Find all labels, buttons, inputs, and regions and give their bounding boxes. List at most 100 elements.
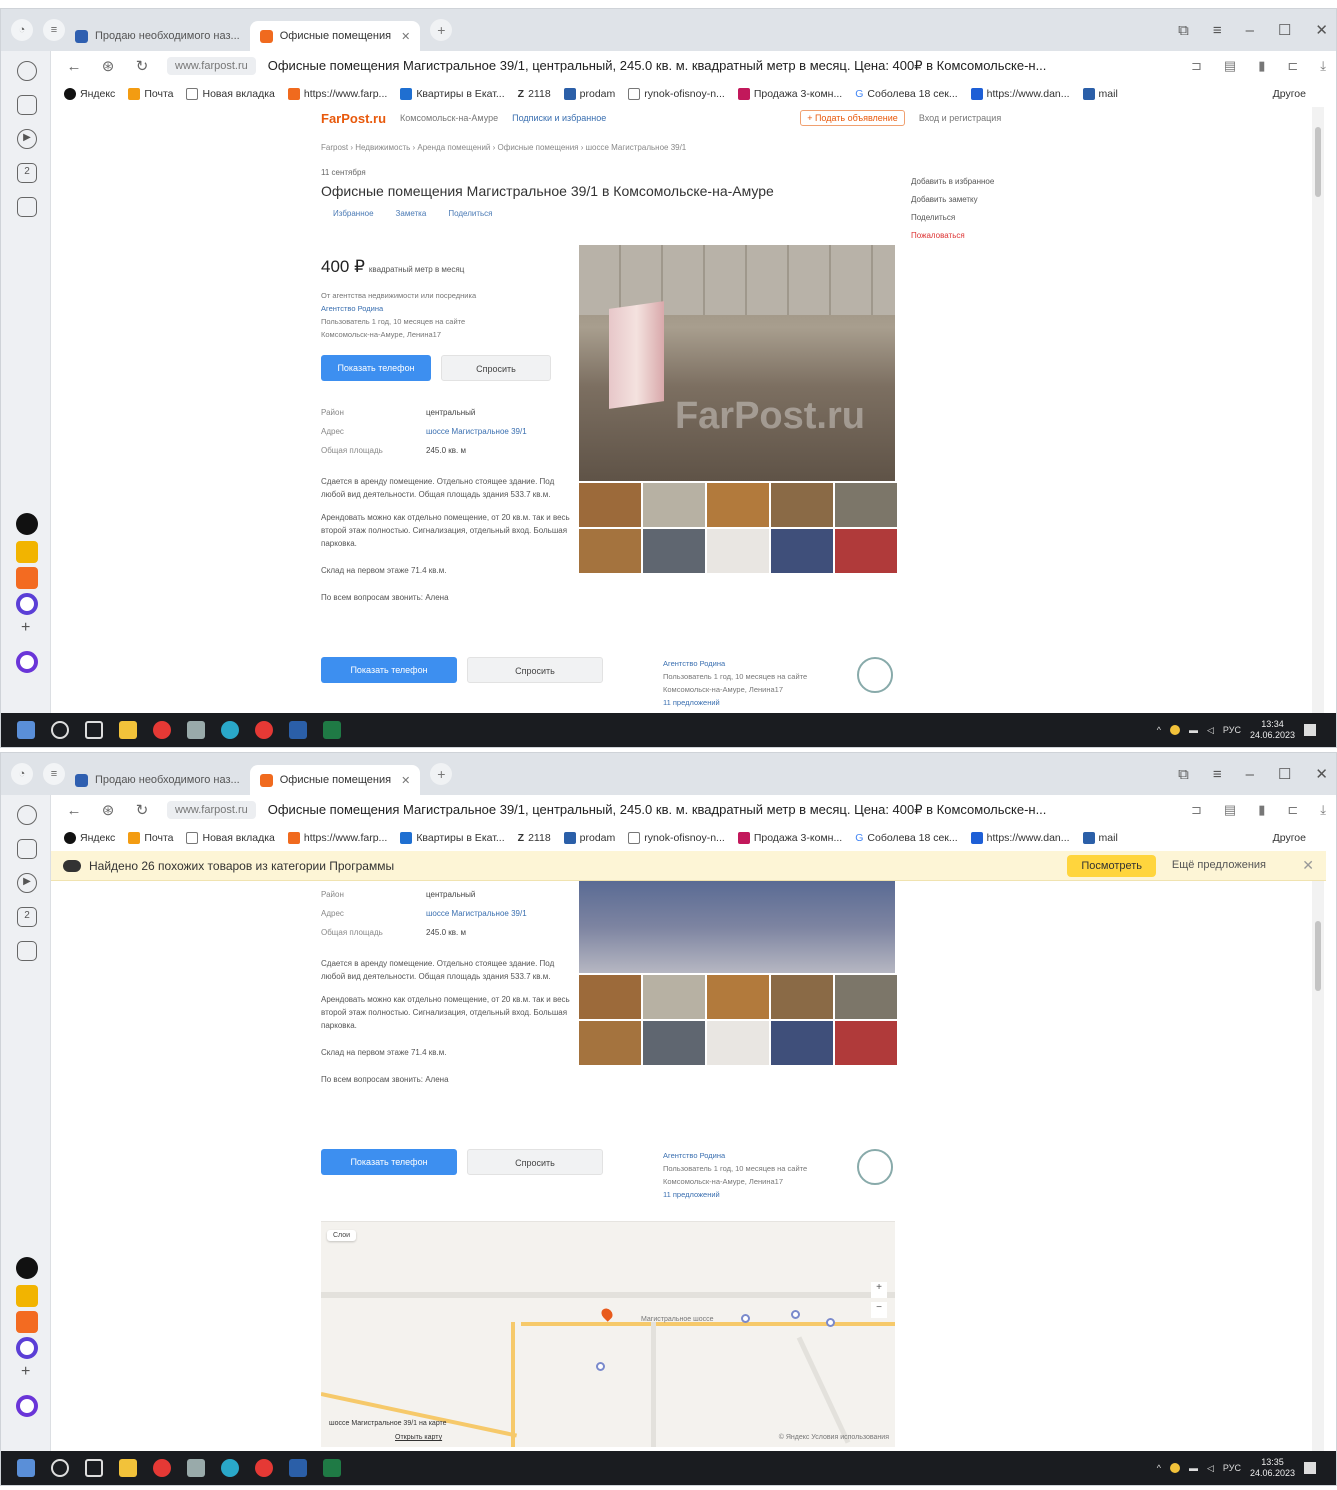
thumbnail[interactable] (579, 1021, 641, 1065)
map-poi-icon[interactable] (596, 1362, 605, 1371)
word-icon[interactable] (289, 721, 307, 739)
bookmark-item[interactable]: https://www.farp... (287, 88, 387, 100)
tray-app-icon[interactable] (1170, 1463, 1180, 1473)
app-orange-icon[interactable] (16, 567, 38, 589)
bookmark-item[interactable]: Почта (128, 88, 173, 100)
address-link[interactable]: шоссе Магистральное 39/1 (426, 422, 527, 441)
explorer-icon[interactable] (119, 1459, 137, 1477)
notes-icon[interactable]: 2 (17, 907, 37, 927)
profile-icon[interactable]: ◔ (11, 763, 33, 785)
app-yellow-icon[interactable] (16, 541, 38, 563)
share-icon[interactable]: ⊏ (1287, 58, 1298, 74)
main-photo[interactable]: FarPost.ru (579, 245, 895, 481)
agent-name-link[interactable]: Агентство Родина (663, 659, 725, 668)
thumbnail[interactable] (707, 975, 769, 1019)
explorer-icon[interactable] (119, 721, 137, 739)
tray-up-icon[interactable]: ^ (1157, 1463, 1161, 1473)
add-favorite-link[interactable]: Добавить в избранное (911, 173, 994, 191)
reader-icon[interactable]: ▤ (1224, 58, 1236, 74)
alice-icon[interactable] (16, 651, 38, 673)
search-icon[interactable] (51, 1459, 69, 1477)
screenshot-icon[interactable] (17, 197, 37, 217)
infobar-close-icon[interactable]: ✕ (1302, 857, 1314, 874)
bookmark-item[interactable]: Квартиры в Екат... (400, 832, 505, 844)
post-ad-button[interactable]: + Подать объявление (800, 110, 905, 126)
bookmark-item[interactable]: mail (1082, 832, 1118, 844)
add-app-icon[interactable]: + (21, 619, 30, 637)
thumbnail[interactable] (579, 529, 641, 573)
reader-icon[interactable]: ▤ (1224, 802, 1236, 818)
location-map[interactable]: Магистральное шоссе Слои + − шоссе Магис… (321, 1221, 895, 1447)
alice-icon[interactable] (16, 1395, 38, 1417)
show-phone-button-bottom[interactable]: Показать телефон (321, 1149, 457, 1175)
history-icon[interactable] (17, 61, 37, 81)
minimize-button[interactable]: – (1246, 766, 1254, 783)
show-phone-button-bottom[interactable]: Показать телефон (321, 657, 457, 683)
task-view-icon[interactable] (85, 721, 103, 739)
clock[interactable]: 13:34 24.06.2023 (1250, 719, 1295, 741)
volume-icon[interactable]: ◁ (1207, 725, 1214, 736)
page-scrollbar[interactable] (1312, 881, 1324, 1451)
collections-icon[interactable] (17, 839, 37, 859)
maximize-button[interactable]: ☐ (1278, 21, 1291, 39)
bookmark-item[interactable]: https://www.farp... (287, 832, 387, 844)
map-poi-icon[interactable] (791, 1310, 800, 1319)
yandex-icon[interactable] (255, 721, 273, 739)
notifications-icon[interactable] (1304, 1462, 1316, 1474)
bookmark-item[interactable]: Яндекс (64, 832, 115, 844)
url-domain[interactable]: www.farpost.ru (167, 801, 256, 819)
keyboard-lang[interactable]: РУС (1223, 725, 1241, 735)
share-action[interactable]: Поделиться (448, 209, 492, 218)
map-poi-icon[interactable] (741, 1314, 750, 1323)
word-icon[interactable] (289, 1459, 307, 1477)
show-phone-button[interactable]: Показать телефон (321, 355, 431, 381)
map-layers-button[interactable]: Слои (327, 1230, 357, 1241)
keyboard-lang[interactable]: РУС (1223, 1463, 1241, 1473)
page-scrollbar[interactable] (1312, 107, 1324, 713)
thumbnail[interactable] (643, 975, 705, 1019)
note-action[interactable]: Заметка (396, 209, 427, 218)
main-photo[interactable] (579, 881, 895, 973)
thumbnail[interactable] (643, 529, 705, 573)
protect-icon[interactable]: ⊛ (97, 57, 119, 75)
thumbnail[interactable] (771, 1021, 833, 1065)
login-link[interactable]: Вход и регистрация (919, 113, 1001, 123)
address-link[interactable]: шоссе Магистральное 39/1 (426, 904, 527, 923)
yandex-icon[interactable] (255, 1459, 273, 1477)
history-icon[interactable] (17, 805, 37, 825)
thumbnail[interactable] (835, 1021, 897, 1065)
yandex-browser-icon[interactable] (153, 1459, 171, 1477)
thumbnail[interactable] (579, 483, 641, 527)
app-ring-icon[interactable] (16, 1337, 38, 1359)
close-button[interactable]: ✕ (1315, 21, 1328, 39)
bookmark-item[interactable]: https://www.dan... (970, 88, 1070, 100)
download-icon[interactable]: ⤓ (1320, 58, 1326, 74)
ask-button-bottom[interactable]: Спросить (467, 1149, 603, 1175)
thumbnail[interactable] (643, 1021, 705, 1065)
download-icon[interactable]: ⤓ (1320, 802, 1326, 818)
agent-offers-link[interactable]: 11 предложений (663, 698, 720, 707)
share-link[interactable]: Поделиться (911, 209, 994, 227)
subscriptions-link[interactable]: Подписки и избранное (512, 113, 606, 123)
excel-icon[interactable] (323, 721, 341, 739)
thumbnail[interactable] (835, 529, 897, 573)
task-view-icon[interactable] (85, 1459, 103, 1477)
agent-name-link[interactable]: Агентство Родина (321, 304, 383, 313)
tab-item[interactable]: Продаю необходимого наз... (65, 765, 250, 795)
share-icon[interactable]: ⊏ (1287, 802, 1298, 818)
bookmark-item[interactable]: rynok-ofisnoy-n... (628, 832, 725, 844)
collections-icon[interactable] (17, 95, 37, 115)
app-icon[interactable] (187, 1459, 205, 1477)
translate-icon[interactable]: ⊐ (1191, 58, 1202, 74)
menu-button[interactable]: ≡ (1213, 766, 1222, 783)
tabs-view-button[interactable]: ⧉ (1178, 766, 1189, 783)
bookmark-item[interactable]: Яндекс (64, 88, 115, 100)
reload-icon[interactable]: ↻ (131, 801, 153, 819)
notes-icon[interactable]: 2 (17, 163, 37, 183)
zoom-out-button[interactable]: − (871, 1302, 887, 1318)
bookmark-item[interactable]: https://www.dan... (970, 832, 1070, 844)
farpost-logo[interactable]: FarPost.ru (321, 111, 386, 126)
bookmark-item[interactable]: Z 2118 (518, 88, 551, 100)
maximize-button[interactable]: ☐ (1278, 765, 1291, 783)
start-icon[interactable] (17, 1459, 35, 1477)
